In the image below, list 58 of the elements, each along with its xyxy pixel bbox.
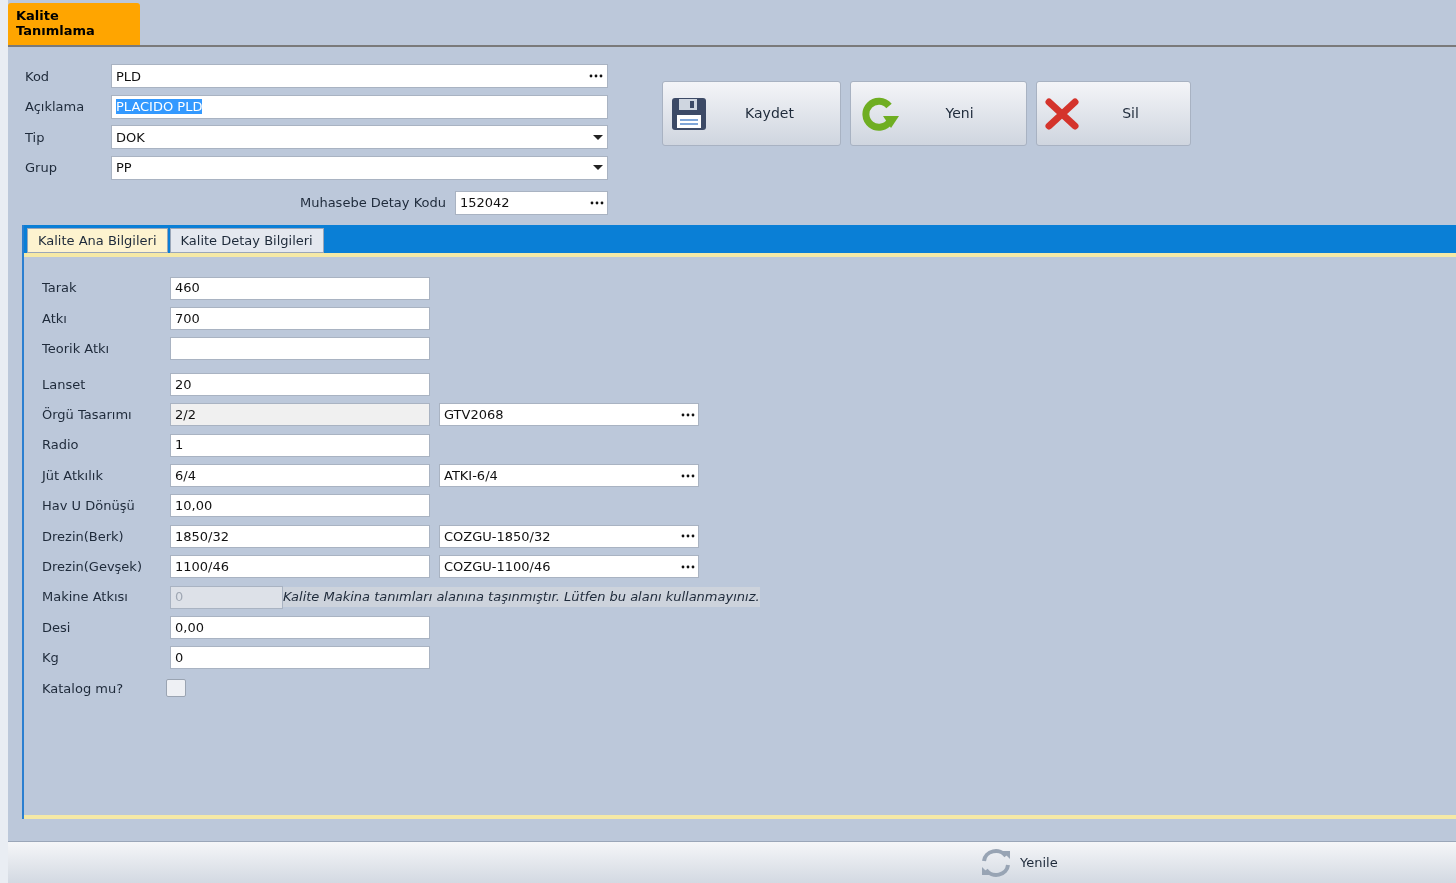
field-label: Muhasebe Detay Kodu (299, 194, 446, 213)
dropdown-caret-icon[interactable] (593, 134, 603, 140)
action-button[interactable]: Yeni (850, 81, 1027, 146)
input-field[interactable]: 2/2 (170, 403, 430, 427)
field-label: Grup (25, 159, 58, 177)
input-field[interactable]: 1 (170, 433, 430, 457)
field-label: Lanset (42, 375, 87, 394)
input-field[interactable]: 700 (170, 307, 430, 331)
action-button[interactable]: Sil (1036, 81, 1191, 146)
warning-note: Kalite Makina tanımları alanına taşınmıştır. Lütfen bu alanı kullanmayınız. (283, 587, 760, 607)
field-label: Katalog mu? (42, 679, 125, 698)
input-field[interactable]: 10,00 (170, 494, 430, 518)
input-field[interactable]: 6/4 (170, 464, 430, 488)
field-label: Hav U Dönüşü (42, 497, 136, 516)
field-label: Drezin(Berk) (42, 527, 125, 546)
input-field[interactable]: 20 (170, 372, 430, 396)
ellipsis-icon[interactable] (681, 473, 695, 478)
field-label: Açıklama (25, 98, 86, 116)
input-field[interactable] (170, 337, 430, 361)
lookup-field[interactable]: 152042 (455, 191, 608, 215)
circular-arrow-icon (859, 96, 901, 131)
field-label: Jüt Atkılık (42, 466, 104, 485)
cross-icon (1045, 97, 1079, 130)
field-label: Makine Atkısı (42, 588, 129, 607)
action-button[interactable]: Kaydet (662, 81, 841, 146)
ellipsis-icon[interactable] (681, 564, 695, 569)
field-label: Desi (42, 618, 72, 637)
input-field[interactable]: 1850/32 (170, 524, 430, 548)
input-field[interactable]: PP (111, 155, 608, 180)
tab[interactable]: Kalite Ana Bilgileri (27, 228, 168, 253)
lookup-field[interactable]: GTV2068 (439, 403, 699, 427)
field-label: Atkı (42, 309, 68, 328)
input-field[interactable]: 0 (170, 646, 430, 670)
refresh-button[interactable]: Yenile (978, 846, 1058, 879)
input-field[interactable]: 460 (170, 276, 430, 300)
field-label: Tarak (42, 279, 78, 298)
input-field[interactable]: DOK (111, 125, 608, 150)
ellipsis-icon[interactable] (681, 412, 695, 417)
tab[interactable]: Kalite Detay Bilgileri (169, 228, 324, 253)
input-field[interactable]: 0,00 (170, 616, 430, 639)
ellipsis-icon[interactable] (681, 534, 695, 539)
field-label: Tip (25, 128, 46, 147)
field-label: Kg (42, 649, 60, 668)
lookup-field[interactable]: COZGU-1100/46 (439, 555, 699, 579)
field-label: Kod (25, 67, 51, 86)
dropdown-caret-icon[interactable] (593, 165, 603, 171)
ellipsis-icon[interactable] (589, 74, 603, 79)
field-label: Radio (42, 436, 80, 455)
field-label: Örgü Tasarımı (42, 406, 133, 424)
checkbox[interactable] (166, 679, 186, 698)
field-label: Teorik Atkı (42, 340, 111, 359)
ellipsis-icon[interactable] (590, 201, 604, 205)
lookup-field[interactable]: COZGU-1850/32 (439, 524, 699, 548)
page-tab[interactable]: Kalite Tanımlama (8, 3, 140, 45)
input-field[interactable]: 1100/46 (170, 555, 430, 579)
input-field[interactable]: PLD (111, 64, 608, 89)
field-label: Drezin(Gevşek) (42, 557, 143, 576)
lookup-field[interactable]: ATKI-6/4 (439, 464, 699, 488)
